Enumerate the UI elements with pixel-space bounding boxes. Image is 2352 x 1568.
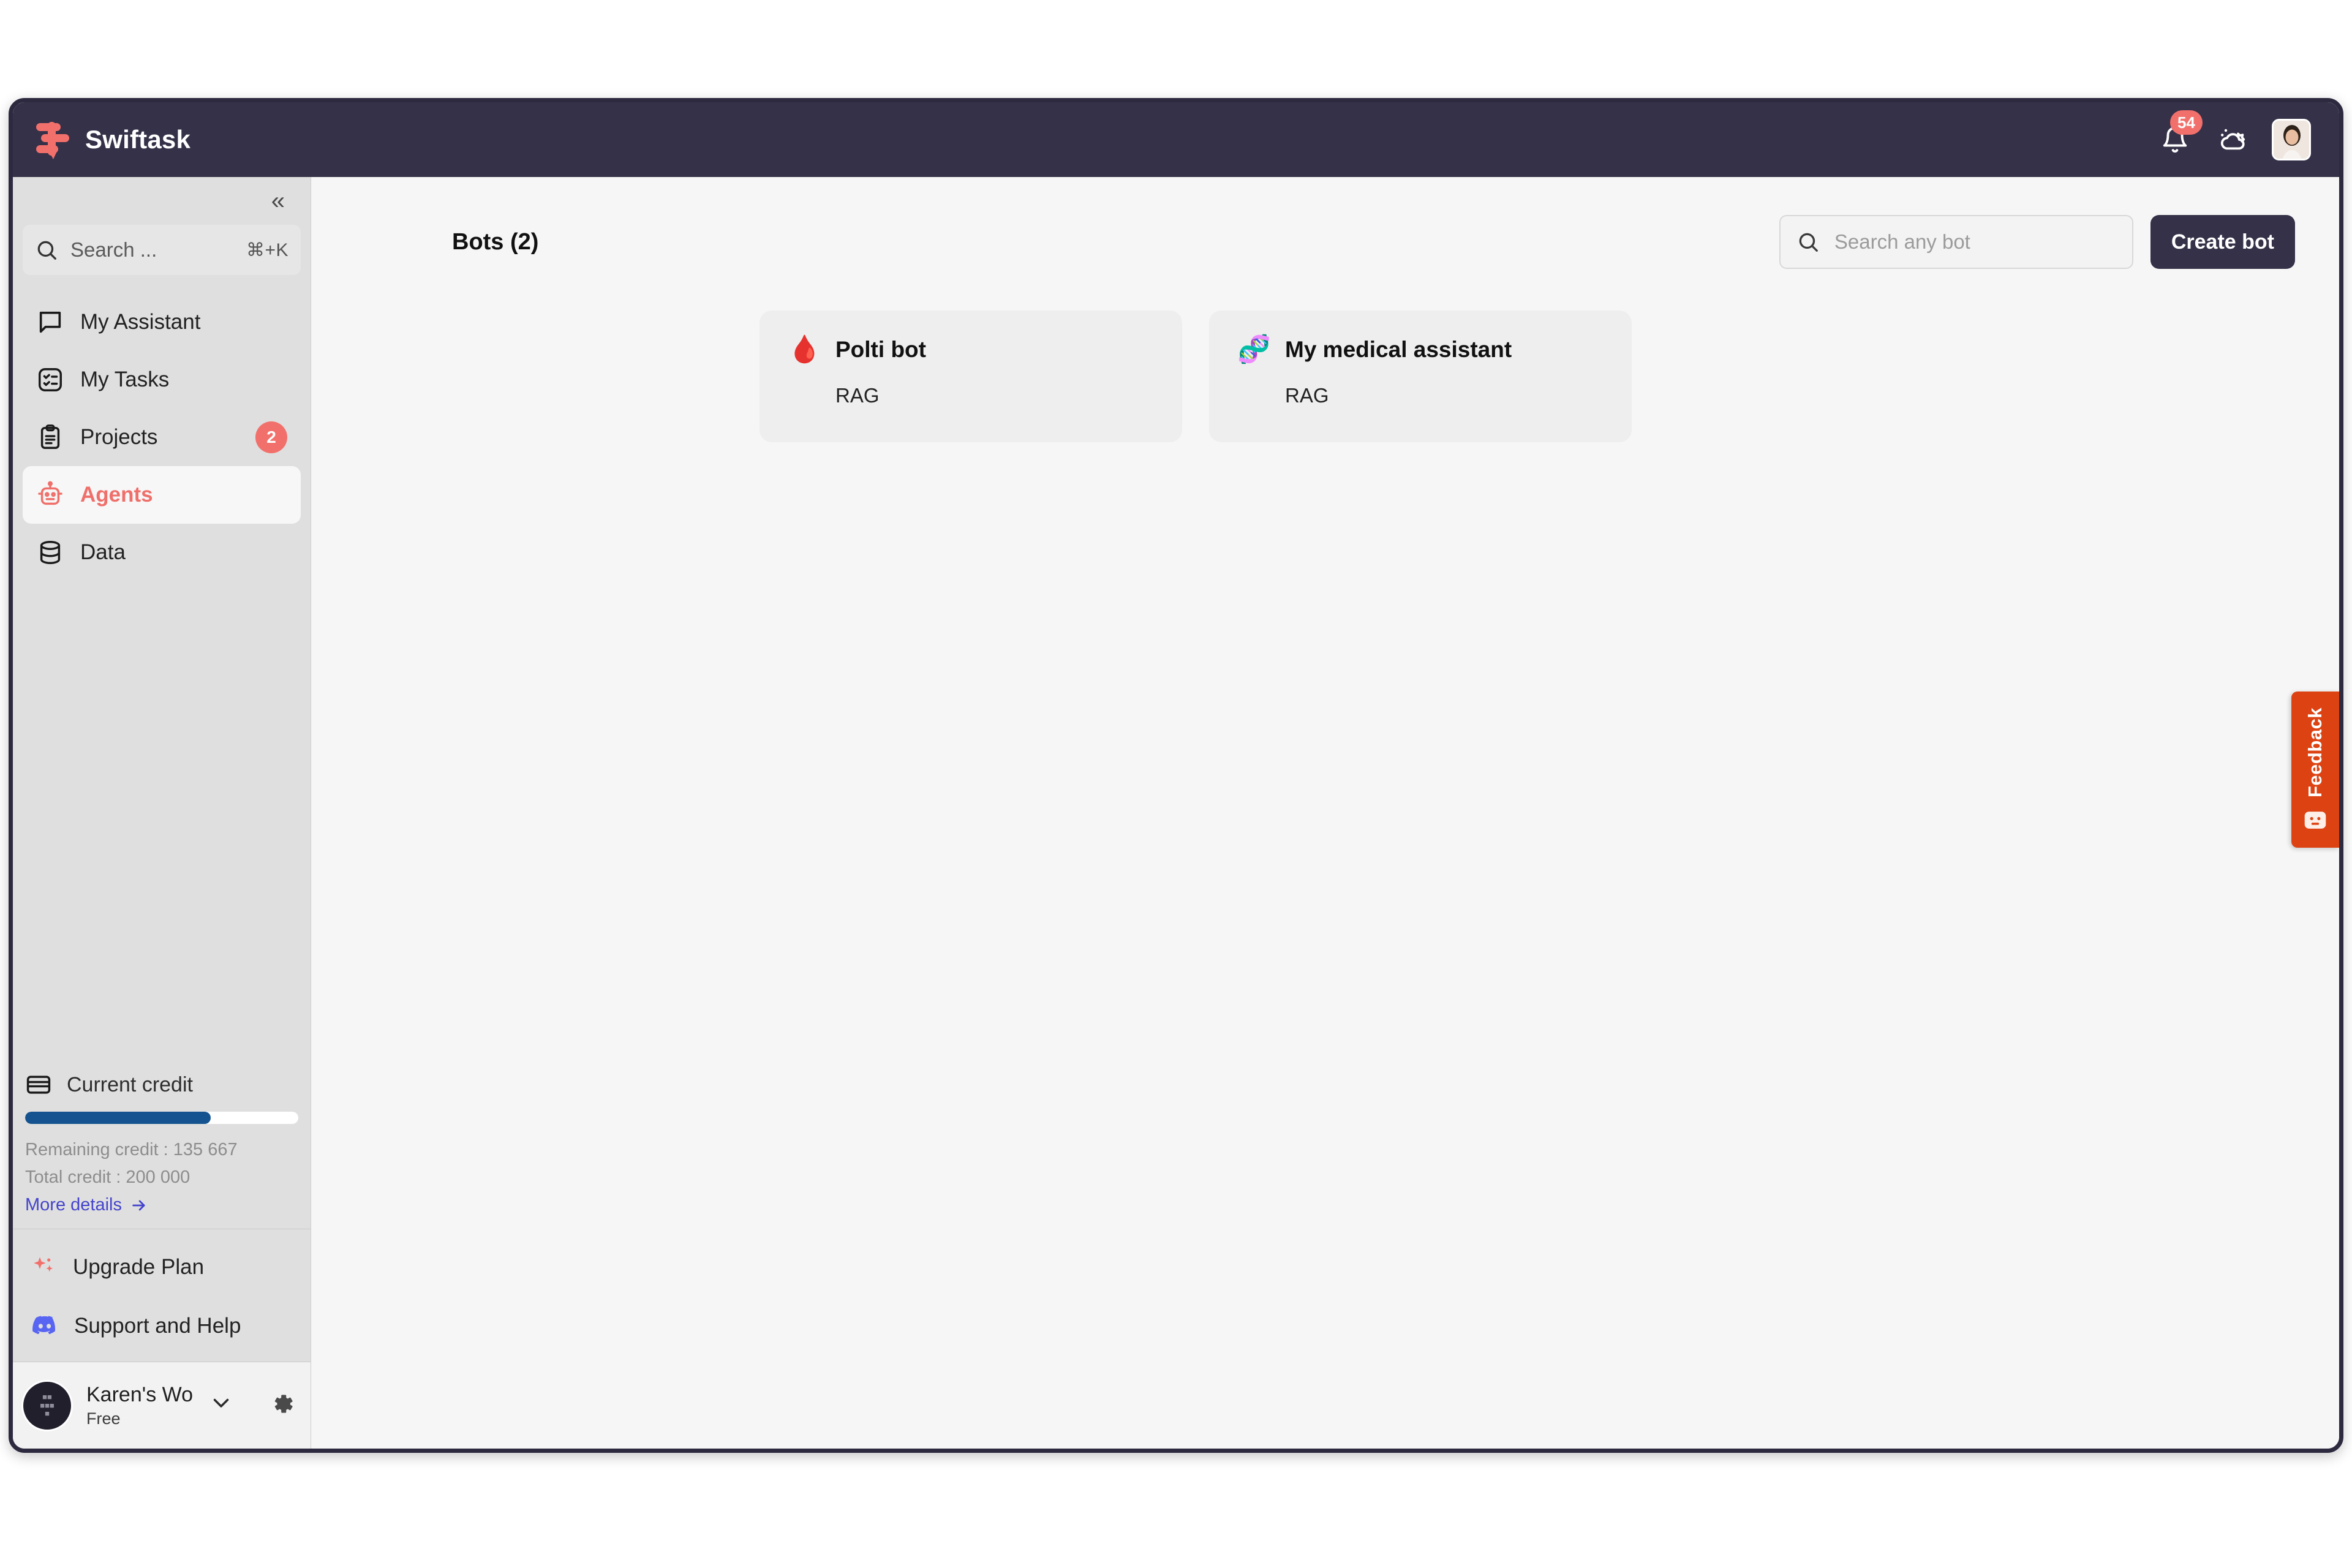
bot-type: RAG xyxy=(835,384,880,407)
sidebar-item-label: My Assistant xyxy=(80,310,201,334)
robot-icon xyxy=(38,481,62,505)
chat-bubble-icon xyxy=(39,311,61,333)
bot-emoji-icon: 🧬 xyxy=(1237,334,1271,364)
brand[interactable]: Swiftask xyxy=(34,119,190,160)
sidebar-item-label: Agents xyxy=(80,483,153,507)
credit-header: Current credit xyxy=(25,1071,298,1098)
total-credit: Total credit : 200 000 xyxy=(25,1167,190,1187)
workspace-settings-button[interactable] xyxy=(269,1390,296,1420)
cloud-icon xyxy=(2220,129,2245,150)
weather-button[interactable] xyxy=(2214,121,2251,158)
clipboard-icon xyxy=(40,424,60,449)
collapse-row: « xyxy=(13,177,311,225)
app-title: Swiftask xyxy=(85,125,190,154)
feedback-tab[interactable]: Feedback xyxy=(2291,692,2339,848)
swiftask-logo-icon xyxy=(34,119,72,160)
bot-emoji-icon: 🩸 xyxy=(788,334,821,364)
sidebar-item-my-assistant[interactable]: My Assistant xyxy=(23,293,301,351)
workspace-text: Karen's Wo Free xyxy=(86,1383,193,1428)
sidebar-search-label: Search ... xyxy=(70,238,157,261)
more-details-label: More details xyxy=(25,1195,122,1215)
bot-type: RAG xyxy=(1285,384,1329,407)
bot-card[interactable]: 🩸 Polti bot RAG xyxy=(760,311,1182,442)
bot-search-field[interactable]: Search any bot xyxy=(1779,215,2133,269)
database-icon xyxy=(40,541,61,564)
avatar-image xyxy=(2274,121,2309,159)
sidebar-item-label: Data xyxy=(80,540,126,564)
support-and-help-label: Support and Help xyxy=(74,1314,241,1338)
discord-icon xyxy=(32,1316,56,1335)
bot-name: Polti bot xyxy=(835,337,926,362)
robot-face-icon xyxy=(2304,812,2326,829)
gear-icon xyxy=(274,1395,293,1413)
create-bot-button[interactable]: Create bot xyxy=(2150,215,2295,269)
top-bar: Swiftask 54 xyxy=(13,102,2339,177)
feedback-label: Feedback xyxy=(2304,707,2326,797)
notifications-button[interactable]: 54 xyxy=(2157,110,2203,158)
search-icon xyxy=(37,241,56,260)
notification-badge: 54 xyxy=(2170,110,2203,135)
bot-search-placeholder: Search any bot xyxy=(1834,230,1970,253)
chevron-down-icon[interactable] xyxy=(206,1392,236,1419)
credit-title: Current credit xyxy=(67,1072,193,1096)
sidebar-item-agents[interactable]: Agents xyxy=(23,466,301,524)
page-title: Bots (2) xyxy=(452,228,539,255)
workspace-switcher[interactable]: ■■ ■■■ ■ Karen's Wo Free xyxy=(13,1362,311,1449)
sidebar-item-data[interactable]: Data xyxy=(23,524,301,581)
sidebar: « Search ... ⌘+K My Assistant My Tasks P… xyxy=(13,177,311,1449)
sidebar-lower-links: Upgrade Plan Support and Help xyxy=(13,1229,311,1362)
bots-grid: 🩸 Polti bot RAG 🧬 My medical assistant R… xyxy=(311,269,2339,442)
workspace-plan: Free xyxy=(86,1409,121,1428)
search-icon xyxy=(1799,233,1818,252)
bot-card[interactable]: 🧬 My medical assistant RAG xyxy=(1209,311,1632,442)
bot-name: My medical assistant xyxy=(1285,337,1512,362)
topbar-actions: 54 xyxy=(2157,110,2316,160)
upgrade-plan-button[interactable]: Upgrade Plan xyxy=(25,1238,298,1297)
chevron-double-left-icon[interactable]: « xyxy=(266,186,290,216)
main-header-actions: Search any bot Create bot xyxy=(1779,215,2295,269)
sidebar-search-shortcut: ⌘+K xyxy=(246,239,288,260)
credit-card-icon xyxy=(26,1076,51,1094)
sidebar-item-my-tasks[interactable]: My Tasks xyxy=(23,351,301,409)
user-avatar[interactable] xyxy=(2272,119,2311,160)
sidebar-item-projects[interactable]: Projects 2 xyxy=(23,409,301,466)
more-details-link[interactable]: More details xyxy=(25,1195,298,1215)
upgrade-plan-label: Upgrade Plan xyxy=(73,1255,205,1279)
main-content: Bots (2) Search any bot Create bot 🩸 Pol… xyxy=(311,177,2339,1449)
credit-section: Current credit Remaining credit : 135 66… xyxy=(13,1065,311,1229)
main-header: Bots (2) Search any bot Create bot xyxy=(311,177,2339,269)
remaining-credit: Remaining credit : 135 667 xyxy=(25,1140,238,1159)
sidebar-nav: My Assistant My Tasks Projects 2 Agents … xyxy=(13,288,311,581)
sidebar-search[interactable]: Search ... ⌘+K xyxy=(23,225,301,275)
workspace-avatar: ■■ ■■■ ■ xyxy=(21,1379,73,1431)
sparkles-icon xyxy=(34,1257,53,1272)
bot-card-header: 🧬 My medical assistant xyxy=(1237,336,1604,363)
support-and-help-button[interactable]: Support and Help xyxy=(25,1297,298,1355)
sidebar-item-label: My Tasks xyxy=(80,368,170,391)
task-list-icon xyxy=(39,368,62,391)
body: « Search ... ⌘+K My Assistant My Tasks P… xyxy=(13,177,2339,1449)
workspace-avatar-text: ■■ ■■■ ■ xyxy=(40,1392,55,1419)
app-window: Swiftask 54 « Search ... ⌘+K My Assistan… xyxy=(9,98,2343,1453)
sidebar-item-label: Projects xyxy=(80,425,158,449)
projects-badge: 2 xyxy=(255,421,287,453)
credit-progress-bar xyxy=(25,1112,298,1124)
arrow-right-icon xyxy=(132,1200,145,1210)
workspace-name: Karen's Wo xyxy=(86,1382,194,1406)
bot-card-header: 🩸 Polti bot xyxy=(788,336,1154,363)
credit-progress-fill xyxy=(25,1112,211,1124)
